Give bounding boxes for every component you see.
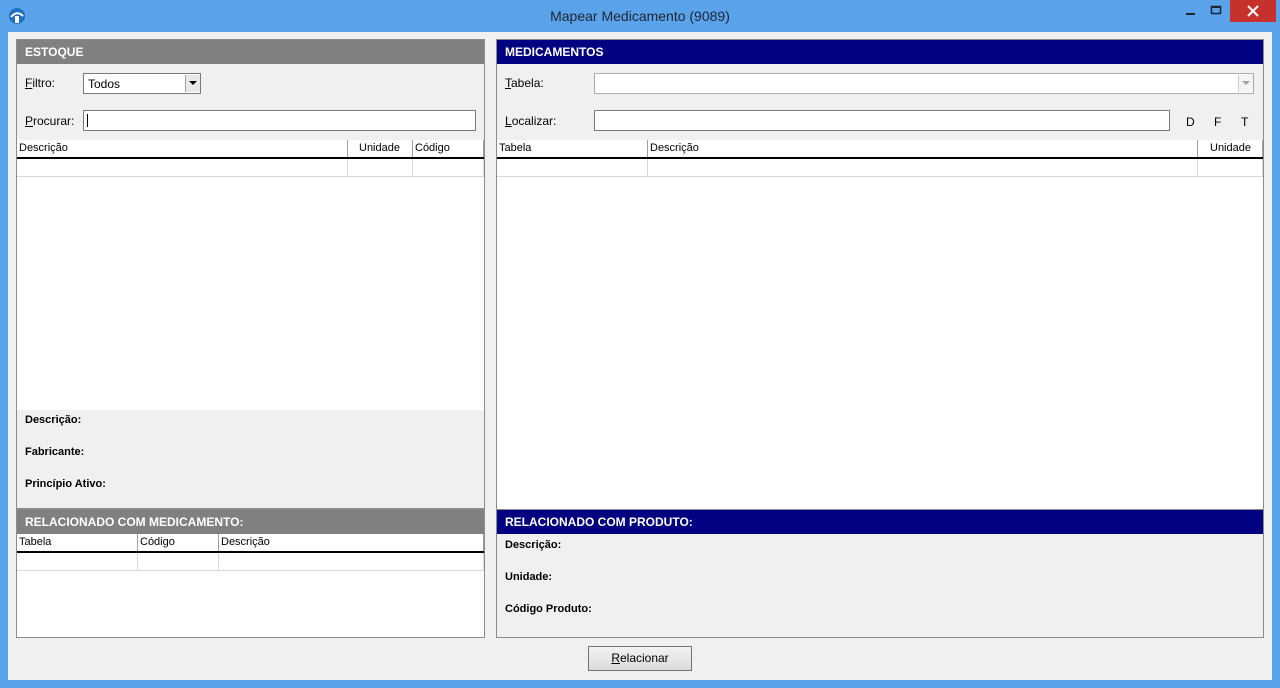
estoque-grid-header: Descrição Unidade Código [17,140,484,159]
minimize-icon [1186,13,1195,15]
medicamentos-grid[interactable]: Tabela Descrição Unidade [497,140,1263,510]
relacionado-medicamento-panel: RELACIONADO COM MEDICAMENTO: Tabela Códi… [16,509,485,638]
minimize-button[interactable] [1176,0,1204,22]
table-cell [648,159,1198,176]
relacionar-button[interactable]: Relacionar [588,646,692,671]
table-cell [17,159,348,176]
title-bar: Mapear Medicamento (9089) [0,0,1280,32]
filtro-value: Todos [88,77,121,91]
filter-letter-d[interactable]: D [1186,115,1195,129]
table-cell [497,159,648,176]
procurar-input[interactable] [83,110,476,131]
relacionado-produto-header: RELACIONADO COM PRODUTO: [497,510,1263,534]
table-row[interactable] [497,159,1263,177]
col-descricao[interactable]: Descrição [17,140,348,157]
tabela-select[interactable] [594,73,1254,94]
medicamentos-grid-header: Tabela Descrição Unidade [497,140,1263,159]
table-row[interactable] [17,159,484,177]
table-cell [413,159,484,176]
window-title: Mapear Medicamento (9089) [550,8,730,24]
produto-descricao-label: Descrição: [505,539,562,551]
produto-unidade-label: Unidade: [505,571,553,583]
tabela-dropdown-button[interactable] [1238,75,1253,92]
filtro-select[interactable]: Todos [83,73,201,94]
window-client: ESTOQUE Filtro: Todos Procurar: Descriçã… [8,32,1272,680]
col-descricao[interactable]: Descrição [648,140,1198,157]
col-codigo[interactable]: Código [413,140,484,157]
filter-letter-f[interactable]: F [1214,115,1221,129]
filtro-label: Filtro: [25,76,56,90]
tabela-label: Tabela: [505,76,544,90]
localizar-label: Localizar: [505,114,557,128]
relacionado-medicamento-header: RELACIONADO COM MEDICAMENTO: [17,510,484,534]
close-icon [1247,5,1259,17]
procurar-label: Procurar: [25,114,75,128]
chevron-down-icon [189,81,197,85]
relacionado-medicamento-grid[interactable]: Tabela Código Descrição [17,534,484,637]
produto-codigo-label: Código Produto: [505,603,592,615]
col-tabela[interactable]: Tabela [17,534,138,551]
col-descricao[interactable]: Descrição [219,534,484,551]
localizar-input[interactable] [594,110,1170,131]
text-cursor [87,114,88,127]
estoque-panel: ESTOQUE Filtro: Todos Procurar: Descriçã… [16,39,485,509]
estoque-header: ESTOQUE [17,40,484,64]
table-row[interactable] [17,553,484,571]
maximize-button[interactable] [1204,0,1228,22]
table-cell [1198,159,1263,176]
filter-letter-t[interactable]: T [1241,115,1248,129]
medicamentos-header: MEDICAMENTOS [497,40,1263,64]
col-unidade[interactable]: Unidade [348,140,413,157]
medicamentos-panel: MEDICAMENTOS Tabela: Localizar: D F T Ta… [496,39,1264,510]
table-cell [348,159,413,176]
estoque-descricao-label: Descrição: [25,414,82,426]
estoque-fabricante-label: Fabricante: [25,446,85,458]
chevron-down-icon [1242,81,1250,85]
estoque-grid[interactable]: Descrição Unidade Código [17,140,484,410]
table-cell [138,553,219,570]
estoque-principio-label: Princípio Ativo: [25,478,106,490]
maximize-icon [1210,5,1222,15]
col-unidade[interactable]: Unidade [1198,140,1263,157]
table-cell [219,553,484,570]
relacionado-medicamento-grid-header: Tabela Código Descrição [17,534,484,553]
table-cell [17,553,138,570]
relacionado-produto-panel: RELACIONADO COM PRODUTO: Descrição: Unid… [496,509,1264,638]
col-codigo[interactable]: Código [138,534,219,551]
col-tabela[interactable]: Tabela [497,140,648,157]
close-button[interactable] [1230,0,1276,22]
filtro-dropdown-button[interactable] [185,75,200,92]
